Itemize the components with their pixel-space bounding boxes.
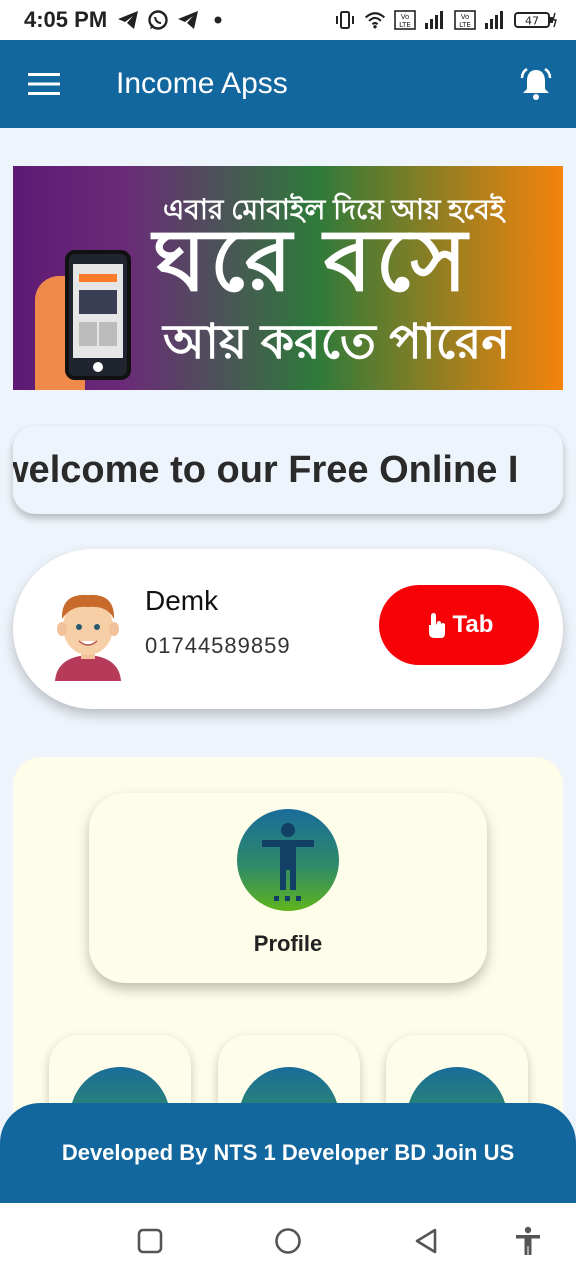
profile-card[interactable]: Profile (89, 793, 487, 983)
recents-button[interactable] (134, 1225, 166, 1257)
svg-text:LTE: LTE (399, 21, 411, 29)
promo-banner[interactable]: এবার মোবাইল দিয়ে আয় হবেই ঘরে বসে আয় ক… (13, 166, 563, 390)
wifi-icon (364, 9, 386, 31)
triangle-back-icon (415, 1228, 437, 1254)
welcome-marquee: welcome to our Free Online I (13, 426, 563, 514)
app-title: Income Apss (116, 67, 288, 100)
tab-button-label: Tab (452, 611, 494, 638)
home-button[interactable] (272, 1225, 304, 1257)
developer-footer[interactable]: Developed By NTS 1 Developer BD Join US (0, 1103, 576, 1203)
hamburger-menu-icon (28, 73, 60, 95)
user-phone: 01744589859 (145, 633, 291, 658)
main-content: এবার মোবাইল দিয়ে আয় হবেই ঘরে বসে আয় ক… (0, 128, 576, 1203)
telegram-icon (117, 9, 139, 31)
signal-icon (424, 9, 446, 31)
person-accessibility-icon (262, 823, 314, 901)
volte-icon: Vo LTE (454, 9, 476, 31)
circle-icon (275, 1228, 301, 1254)
avatar (45, 583, 131, 681)
status-time: 4:05 PM (24, 7, 108, 32)
marquee-text: welcome to our Free Online I (13, 448, 519, 491)
battery-icon: 47 (514, 9, 558, 31)
square-icon (137, 1228, 163, 1254)
signal-icon (484, 9, 506, 31)
svg-text:Vo: Vo (461, 13, 470, 21)
back-button[interactable] (410, 1225, 442, 1257)
tap-hand-icon (428, 613, 445, 638)
telegram-icon (177, 9, 199, 31)
accessibility-icon (516, 1226, 540, 1255)
tab-button[interactable]: Tab (379, 585, 539, 665)
svg-text:Vo: Vo (401, 13, 410, 21)
bell-icon (520, 67, 552, 100)
status-notification-icons (117, 9, 229, 31)
whatsapp-icon (147, 9, 169, 31)
volte-icon: Vo LTE (394, 9, 416, 31)
footer-text: Developed By NTS 1 Developer BD Join US (61, 1140, 515, 1165)
system-nav-bar (0, 1203, 576, 1280)
vibrate-icon (334, 9, 356, 31)
user-name: Demk (145, 585, 219, 616)
status-bar: 4:05 PM Vo LTE Vo LTE 47 (0, 0, 576, 40)
user-card: Demk 01744589859 Tab (13, 549, 563, 709)
svg-text:LTE: LTE (459, 21, 471, 29)
accessibility-button[interactable] (512, 1225, 544, 1257)
app-bar: Income Apss (0, 40, 576, 128)
dot-icon (207, 9, 229, 31)
hamburger-menu-button[interactable] (0, 40, 88, 128)
svg-text:47: 47 (525, 15, 539, 28)
notification-button[interactable] (496, 40, 576, 128)
profile-label: Profile (253, 931, 323, 956)
status-system-icons: Vo LTE Vo LTE 47 (334, 9, 558, 31)
phone-illustration (65, 250, 131, 380)
banner-line-2: ঘরে বসে (153, 213, 472, 309)
banner-line-3: আয় করতে পারেন (163, 316, 511, 369)
profile-icon-circle (237, 809, 339, 911)
